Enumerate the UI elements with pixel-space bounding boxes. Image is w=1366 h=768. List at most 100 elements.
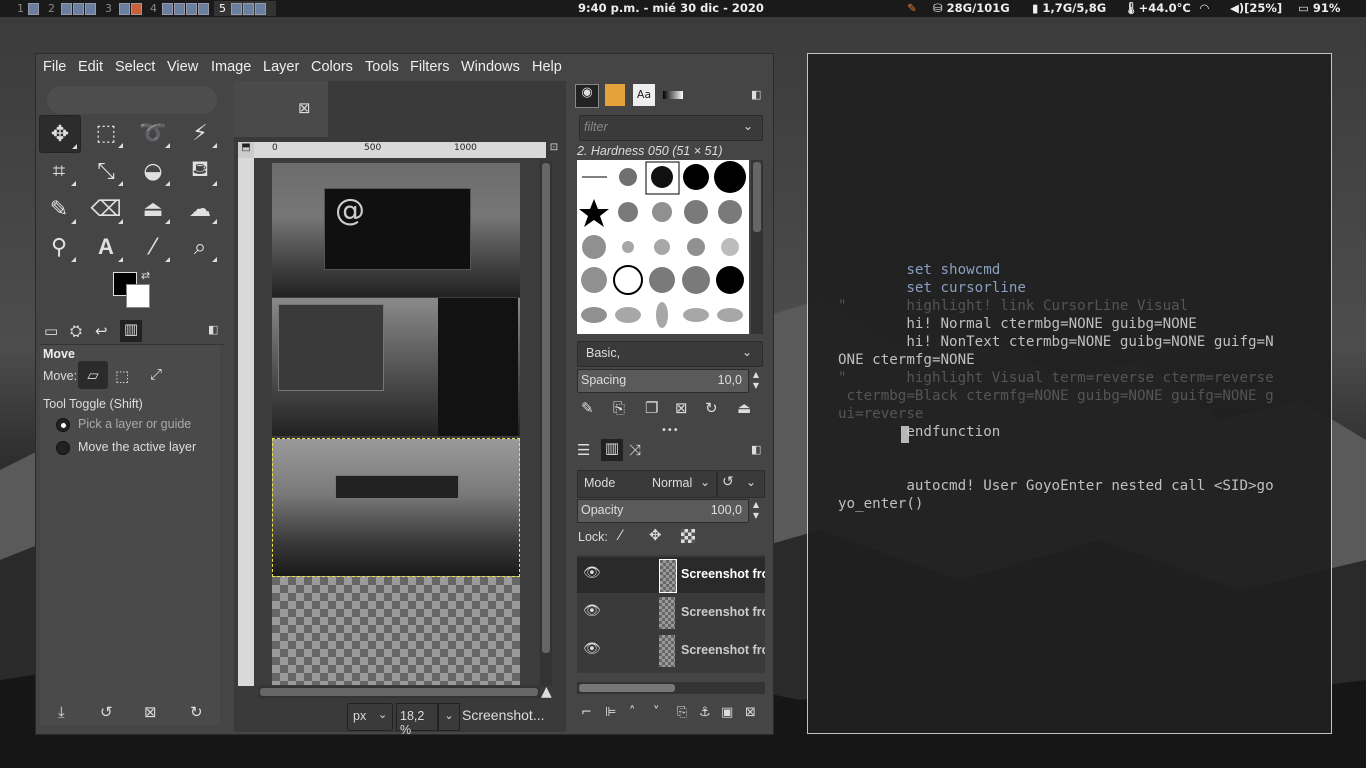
volume-status[interactable]: ◀)[25%] xyxy=(1230,0,1282,17)
image-tab[interactable]: ⊠ xyxy=(234,81,328,137)
visibility-eye-icon[interactable]: 👁 xyxy=(583,565,601,581)
brushes-tab-icon[interactable]: ◉ xyxy=(575,84,599,108)
menu-select[interactable]: Select xyxy=(115,59,155,75)
edit-brush-icon[interactable]: ✎ xyxy=(581,399,594,417)
zoom-tool-icon[interactable]: ⌕ xyxy=(180,229,220,265)
opacity-slider[interactable]: Opacity 100,0 xyxy=(577,499,749,523)
mask-layer-icon[interactable]: ▣ xyxy=(721,705,733,720)
workspace-4-thumb[interactable] xyxy=(161,1,209,16)
new-brush-icon[interactable]: ⎘ xyxy=(613,399,625,417)
background-color-swatch[interactable] xyxy=(126,284,150,308)
layers-tab-icon[interactable]: ☰ xyxy=(577,441,590,459)
paths-tab-icon[interactable]: ⤨ xyxy=(629,441,641,459)
menu-layer[interactable]: Layer xyxy=(263,59,299,75)
text-tool-icon[interactable]: A xyxy=(86,229,126,265)
eraser-tool-icon[interactable]: ⌫ xyxy=(86,191,126,227)
wifi-icon[interactable]: ◠ xyxy=(1200,0,1209,17)
menu-view[interactable]: View xyxy=(167,59,198,75)
color-picker-tool-icon[interactable]: ⁄ xyxy=(133,229,173,265)
move-selection-mode-icon[interactable]: ⬚ xyxy=(115,367,129,385)
lock-alpha-icon[interactable] xyxy=(681,529,695,543)
spacing-slider[interactable]: Spacing 10,0 xyxy=(577,369,749,393)
dock-separator-handle[interactable]: ••• xyxy=(661,425,679,436)
menu-file[interactable]: File xyxy=(43,59,66,75)
delete-options-icon[interactable]: ⊠ xyxy=(144,703,157,721)
fuzzy-select-tool-icon[interactable]: ⚡ xyxy=(180,115,220,151)
brush-grid[interactable] xyxy=(577,160,749,334)
workspace-5[interactable]: 5 xyxy=(214,1,276,16)
menu-colors[interactable]: Colors xyxy=(311,59,353,75)
app-tray-icon[interactable]: ✎ xyxy=(907,0,917,17)
warp-tool-icon[interactable]: ◒ xyxy=(133,153,173,189)
duplicate-layer-icon[interactable]: ⎘ xyxy=(677,705,687,720)
canvas-area[interactable]: @ xyxy=(254,158,539,685)
visibility-eye-icon[interactable]: 👁 xyxy=(583,603,601,619)
fonts-tab-icon[interactable]: Aa xyxy=(633,84,655,106)
menu-image[interactable]: Image xyxy=(211,59,251,75)
quick-mask-icon[interactable]: ⬒ xyxy=(238,142,254,158)
menu-tools[interactable]: Tools xyxy=(365,59,399,75)
lasso-tool-icon[interactable]: ➰ xyxy=(133,115,173,151)
layer-row-1[interactable]: 👁 Screenshot fro xyxy=(577,557,765,593)
zoom-fit-icon[interactable]: ⊡ xyxy=(546,142,562,158)
smudge-tool-icon[interactable]: ☁ xyxy=(180,191,220,227)
layers-hscrollbar-thumb[interactable] xyxy=(579,684,675,692)
transform-tool-icon[interactable]: ⤡ xyxy=(86,153,126,189)
workspace-4[interactable]: 4 xyxy=(150,1,157,16)
device-status-tab-icon[interactable]: ⛭ xyxy=(70,322,82,340)
swap-colors-icon[interactable]: ⇄ xyxy=(141,269,150,282)
menu-help[interactable]: Help xyxy=(532,59,562,75)
patterns-tab-icon[interactable] xyxy=(605,84,625,106)
brush-preset-select[interactable]: Basic, ⌄ xyxy=(577,341,763,367)
navigate-icon[interactable]: ▲ xyxy=(541,684,552,700)
new-layer-group-icon[interactable]: ⌐ xyxy=(581,705,592,720)
close-image-icon[interactable]: ⊠ xyxy=(298,99,311,117)
restore-options-icon[interactable]: ↺ xyxy=(100,703,113,721)
lock-position-icon[interactable]: ✥ xyxy=(649,526,662,544)
clock[interactable]: 9:40 p.m. - mié 30 dic - 2020 xyxy=(578,0,764,17)
bucket-fill-tool-icon[interactable]: ⛾ xyxy=(180,153,220,189)
channels-tab-icon[interactable]: ▥ xyxy=(601,439,623,461)
new-layer-icon[interactable]: ⊫ xyxy=(605,705,616,720)
layer-row-3[interactable]: 👁 Screenshot fro xyxy=(577,633,765,669)
visibility-eye-icon[interactable]: 👁 xyxy=(583,641,601,657)
horizontal-scrollbar[interactable] xyxy=(258,686,540,698)
horizontal-scrollbar-thumb[interactable] xyxy=(260,688,538,696)
layers-panel-menu-icon[interactable]: ◧ xyxy=(751,443,761,456)
clone-tool-icon[interactable]: ⏏ xyxy=(133,191,173,227)
undo-history-tab-icon[interactable]: ↩ xyxy=(95,322,108,340)
rect-select-tool-icon[interactable]: ⬚ xyxy=(86,115,126,151)
terminal-window[interactable]: set showcmd set cursorline " highlight! … xyxy=(807,53,1332,734)
crop-tool-icon[interactable]: ⌗ xyxy=(39,153,79,189)
layers-hscrollbar[interactable] xyxy=(577,682,765,694)
reset-options-icon[interactable]: ↻ xyxy=(190,703,203,721)
workspace-2-thumb[interactable] xyxy=(60,1,96,16)
open-brush-folder-icon[interactable]: ⏏ xyxy=(737,399,751,417)
delete-layer-icon[interactable]: ⊠ xyxy=(745,705,756,720)
anchor-layer-icon[interactable]: ⚓ xyxy=(699,705,711,720)
duplicate-brush-icon[interactable]: ❐ xyxy=(645,399,658,417)
vertical-scrollbar[interactable] xyxy=(540,161,552,686)
paintbrush-tool-icon[interactable]: ✎ xyxy=(39,191,79,227)
workspace-3-thumb[interactable] xyxy=(118,1,142,16)
move-tool-icon[interactable]: ✥ xyxy=(39,115,81,153)
opacity-spinner-icon[interactable]: ▲ ▼ xyxy=(749,499,763,521)
move-layer-mode-icon[interactable]: ▱ xyxy=(78,361,108,389)
lock-pixels-icon[interactable]: ⁄ xyxy=(619,528,621,544)
workspace-1[interactable]: 1 xyxy=(17,1,24,16)
tool-options-tab-icon[interactable]: ▭ xyxy=(44,322,58,340)
workspace-2[interactable]: 2 xyxy=(48,1,55,16)
spacing-spinner-icon[interactable]: ▲ ▼ xyxy=(749,369,763,391)
raise-layer-icon[interactable]: ˄ xyxy=(629,705,636,720)
zoom-chevron-down-icon[interactable]: ⌄ xyxy=(438,703,460,731)
panel-menu-icon[interactable]: ◧ xyxy=(208,323,218,336)
lower-layer-icon[interactable]: ˅ xyxy=(653,705,660,720)
brush-scrollbar-thumb[interactable] xyxy=(753,162,761,232)
layer-mode-select[interactable]: Mode Normal ⌄ xyxy=(577,470,717,498)
refresh-brushes-icon[interactable]: ↻ xyxy=(705,399,718,417)
layer-row-2[interactable]: 👁 Screenshot fro xyxy=(577,595,765,631)
move-path-mode-icon[interactable]: ⤢ xyxy=(150,365,162,383)
menu-edit[interactable]: Edit xyxy=(78,59,103,75)
brush-filter-input[interactable]: filter ⌄ xyxy=(579,115,763,141)
gradients-tab-icon[interactable] xyxy=(663,91,683,99)
